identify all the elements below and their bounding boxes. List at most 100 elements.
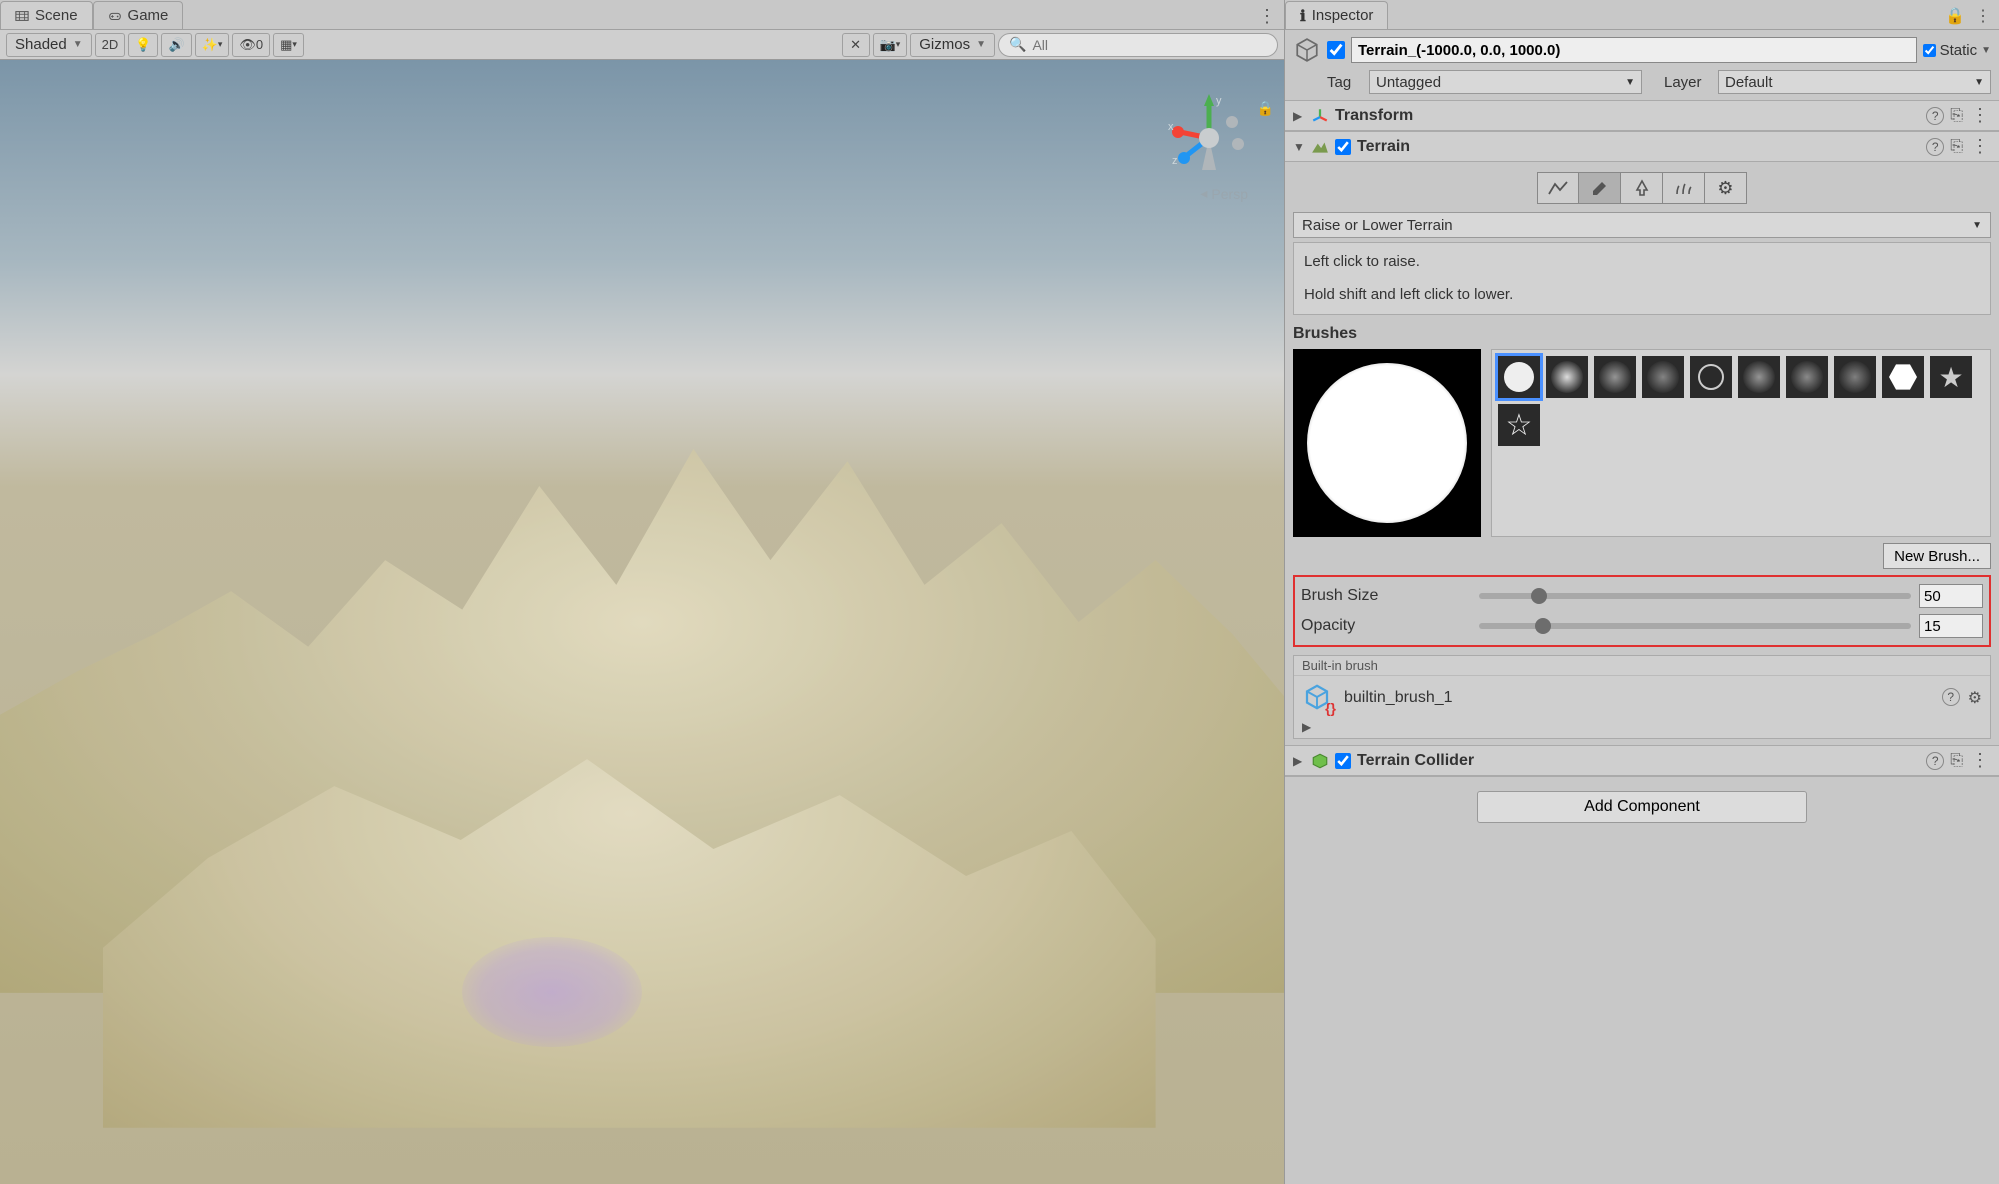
script-badge-icon: {} [1325,700,1336,716]
brush-thumb-hard-round[interactable] [1498,356,1540,398]
chevron-down-icon: ▼ [1974,77,1984,88]
chevron-down-icon: ▾ [896,39,901,50]
opacity-slider[interactable] [1479,623,1911,629]
component-name: Transform [1335,107,1920,125]
scene-lighting-toggle[interactable]: 💡 [128,33,158,57]
brush-thumb-hexagon[interactable] [1882,356,1924,398]
chevron-down-icon: ▼ [976,39,986,50]
component-name: Terrain [1357,138,1920,156]
gameobject-name-input[interactable] [1351,37,1917,63]
gameobject-active-checkbox[interactable] [1327,41,1345,59]
brush-thumb-ring[interactable] [1690,356,1732,398]
opacity-input[interactable] [1919,614,1983,638]
terrain-tool-strip: ⚙ [1293,172,1991,204]
help-icon[interactable]: ? [1926,107,1944,125]
gizmos-dropdown[interactable]: Gizmos ▼ [910,33,995,57]
static-checkbox[interactable] [1923,44,1936,57]
gizmo-lock-icon[interactable]: 🔒 [1257,100,1274,117]
scene-camera-button[interactable]: 📷▾ [873,33,908,57]
terrain-tool-create-neighbor[interactable] [1537,172,1579,204]
gameobject-header: Static ▼ Tag Untagged ▼ Layer Default ▼ [1285,30,1999,101]
tab-scene[interactable]: Scene [0,1,93,29]
scene-audio-toggle[interactable]: 🔊 [161,33,191,57]
inspector-menu-icon[interactable]: ⋮ [1975,6,1991,26]
component-menu-icon[interactable]: ⋮ [1969,105,1991,126]
gear-icon: ⚙ [1717,178,1733,199]
builtin-brush-expand[interactable]: ▶ [1294,720,1990,738]
terrain-brush-cursor [462,937,642,1047]
scene-fx-toggle[interactable]: ✨▾ [195,33,230,57]
brush-thumb-star-fill[interactable]: ★ [1930,356,1972,398]
terrain-tool-paint[interactable] [1579,172,1621,204]
scene-visibility-toggle[interactable]: 👁0 [232,33,270,57]
terrain-tool-trees[interactable] [1621,172,1663,204]
preset-icon[interactable]: ⎘ [1950,752,1963,770]
eye-off-icon: 👁 [239,37,256,53]
chevron-down-icon: ▼ [1972,220,1982,231]
gear-icon[interactable]: ⚙ [1968,688,1982,708]
scene-tools-button[interactable]: ✕ [842,33,870,57]
brush-thumb-soft-2[interactable] [1594,356,1636,398]
scene-search-input[interactable] [1032,37,1267,53]
shading-mode-dropdown[interactable]: Shaded ▼ [6,33,92,57]
search-icon: 🔍 [1009,36,1026,53]
info-icon: ℹ [1300,7,1306,25]
game-tab-icon [108,9,122,23]
static-label: Static [1940,42,1978,59]
brush-thumb-soft-1[interactable] [1546,356,1588,398]
layer-label: Layer [1664,74,1712,91]
transform-icon [1311,107,1329,125]
brush-size-slider[interactable] [1479,593,1911,599]
scene-camera-toggle[interactable]: ▦▾ [273,33,304,57]
component-menu-icon[interactable]: ⋮ [1969,136,1991,157]
paint-mode-label: Raise or Lower Terrain [1302,217,1453,234]
fold-toggle[interactable]: ▶ [1293,109,1305,123]
help-icon[interactable]: ? [1926,138,1944,156]
scene-viewport[interactable]: y x z 🔒 ◂ Persp [0,60,1284,1184]
lightbulb-icon: 💡 [135,37,151,53]
preset-icon[interactable]: ⎘ [1950,107,1963,125]
fold-toggle[interactable]: ▶ [1293,754,1305,768]
gizmos-label: Gizmos [919,36,970,53]
help-icon[interactable]: ? [1926,752,1944,770]
brush-thumb-star-outline[interactable]: ☆ [1498,404,1540,446]
projection-label[interactable]: ◂ Persp [1200,185,1248,202]
inspector-lock-icon[interactable]: 🔒 [1945,6,1965,26]
component-name: Terrain Collider [1357,752,1920,770]
preset-icon[interactable]: ⎘ [1950,138,1963,156]
terrain-icon [1311,138,1329,156]
terrain-tool-settings[interactable]: ⚙ [1705,172,1747,204]
terrain-tool-details[interactable] [1663,172,1705,204]
brush-thumb-noise-1[interactable] [1738,356,1780,398]
brush-thumb-noise-3[interactable] [1834,356,1876,398]
brush-palette: ★ ☆ [1491,349,1991,537]
tab-game[interactable]: Game [93,1,184,29]
brush-size-label: Brush Size [1301,587,1471,605]
chevron-down-icon[interactable]: ▼ [1981,45,1991,56]
toggle-2d-button[interactable]: 2D [95,33,126,57]
component-menu-icon[interactable]: ⋮ [1969,750,1991,771]
gameobject-cube-icon[interactable] [1293,36,1321,64]
terrain-enabled-checkbox[interactable] [1335,139,1351,155]
fold-toggle[interactable]: ▼ [1293,140,1305,154]
tag-dropdown[interactable]: Untagged ▼ [1369,70,1642,94]
brush-preview [1293,349,1481,537]
orientation-gizmo[interactable]: y x z [1164,90,1254,190]
chevron-down-icon: ▼ [1625,77,1635,88]
brush-size-input[interactable] [1919,584,1983,608]
terrain-paint-mode-dropdown[interactable]: Raise or Lower Terrain ▼ [1293,212,1991,238]
scene-tab-menu-icon[interactable]: ⋮ [1258,6,1276,27]
scene-search[interactable]: 🔍 [998,33,1278,57]
layer-dropdown[interactable]: Default ▼ [1718,70,1991,94]
help-icon[interactable]: ? [1942,688,1960,706]
tag-label: Tag [1327,74,1363,91]
terrain-collider-enabled-checkbox[interactable] [1335,753,1351,769]
brush-thumb-noise-2[interactable] [1786,356,1828,398]
new-brush-button[interactable]: New Brush... [1883,543,1991,569]
inspector-tab-bar: ℹ Inspector 🔒 ⋮ [1285,0,1999,30]
inspector-panel: ℹ Inspector 🔒 ⋮ Static ▼ Tag Untagged ▼ [1284,0,1999,1184]
tab-inspector[interactable]: ℹ Inspector [1285,1,1388,29]
add-component-button[interactable]: Add Component [1477,791,1807,823]
brush-thumb-soft-3[interactable] [1642,356,1684,398]
scene-toolbar: Shaded ▼ 2D 💡 🔊 ✨▾ 👁0 ▦▾ ✕ 📷▾ Gizmos ▼ 🔍 [0,30,1284,60]
